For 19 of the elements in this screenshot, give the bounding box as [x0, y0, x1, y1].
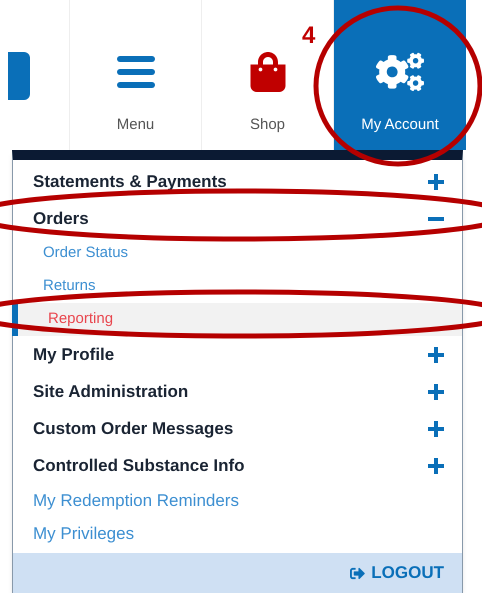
menu-section-header[interactable]: Orders	[13, 200, 462, 237]
menu-section-header[interactable]: Statements & Payments	[13, 163, 462, 200]
plus-icon	[428, 384, 444, 400]
menu-section-header[interactable]: Site Administration	[13, 373, 462, 410]
annotation-number: 4	[302, 21, 316, 51]
logout-icon	[350, 566, 366, 580]
app-icon[interactable]	[8, 52, 30, 100]
plus-icon	[428, 458, 444, 474]
plus-icon	[428, 420, 444, 436]
shopping-bag-icon	[248, 52, 288, 92]
nav-tab[interactable]: My Account	[334, 0, 466, 150]
logout-button[interactable]: LOGOUT	[350, 560, 444, 586]
plus-icon	[428, 174, 444, 190]
menu-section-header[interactable]: Custom Order Messages	[13, 410, 462, 447]
menu-section-header[interactable]: My Profile	[13, 336, 462, 373]
plus-icon	[428, 346, 444, 362]
menu-section-header[interactable]: Controlled Substance Info	[13, 447, 462, 484]
minus-icon	[428, 216, 444, 220]
menu-icon	[116, 56, 154, 88]
